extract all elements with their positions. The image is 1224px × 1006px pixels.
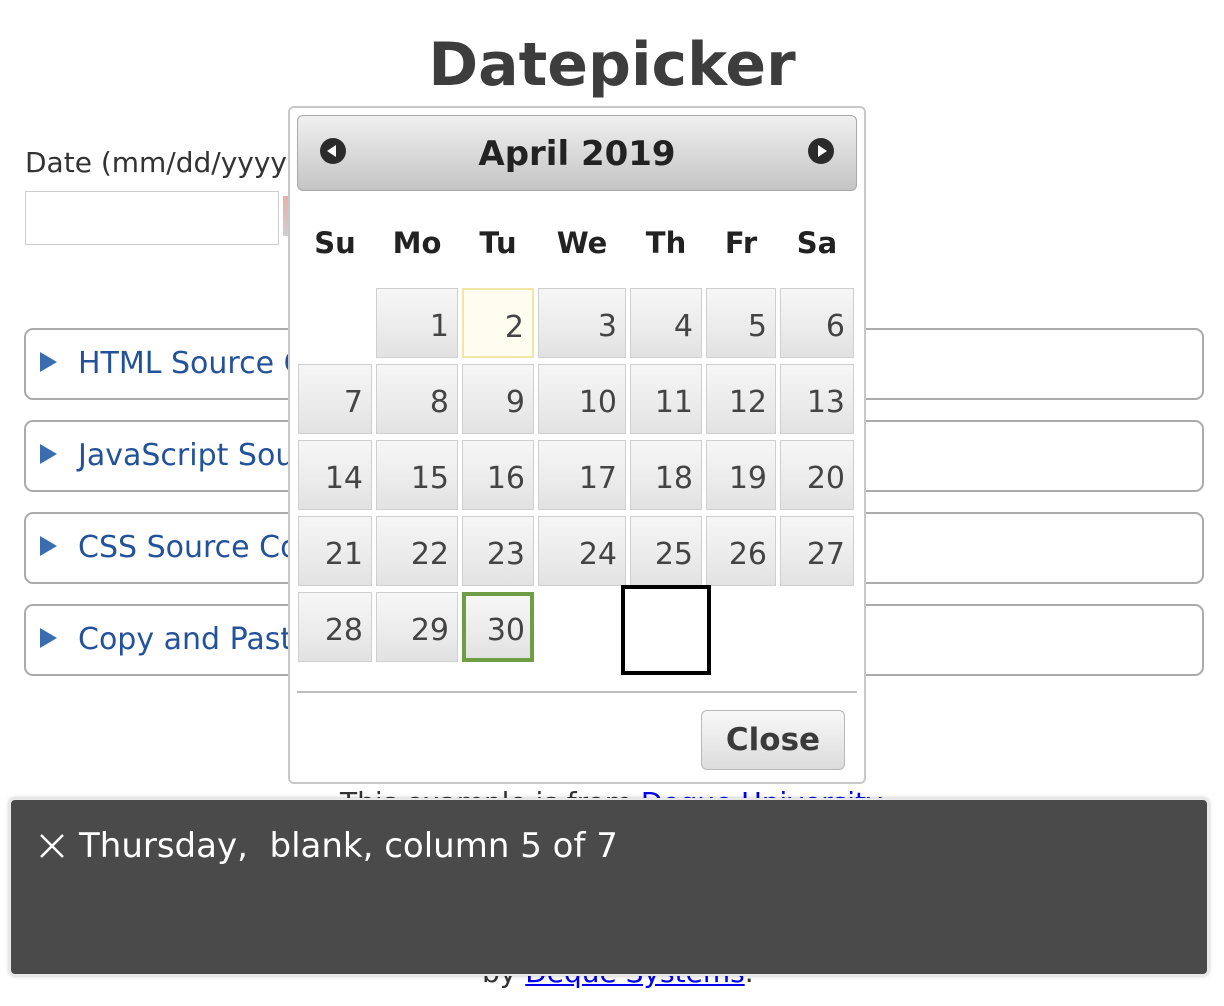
circle-arrow-right-icon	[818, 145, 827, 157]
datepicker-divider	[297, 691, 857, 693]
weekday-header: Tu	[479, 226, 517, 260]
calendar-day[interactable]: 15	[376, 440, 458, 510]
calendar-day[interactable]: 5	[706, 288, 776, 358]
screen-reader-caption-panel: Thursday, blank, column 5 of 7	[9, 798, 1209, 976]
calendar-day[interactable]: 12	[706, 364, 776, 434]
close-x-icon[interactable]	[38, 832, 66, 860]
next-month-button[interactable]	[808, 138, 834, 164]
close-button[interactable]: Close	[701, 710, 845, 770]
expand-arrow-icon	[40, 536, 57, 556]
page-title: Datepicker	[428, 30, 796, 100]
calendar-day[interactable]: 16	[462, 440, 534, 510]
calendar-day[interactable]: 28	[298, 592, 372, 662]
calendar-day[interactable]: 20	[780, 440, 854, 510]
calendar-day[interactable]: 22	[376, 516, 458, 586]
calendar-day[interactable]: 19	[706, 440, 776, 510]
datepicker-dialog: April 2019 Su Mo Tu We Th Fr Sa 1 2 3 4 5 6 7 8 9 10 11 1…	[288, 106, 866, 784]
calendar-day[interactable]: 9	[462, 364, 534, 434]
calendar-day[interactable]: 26	[706, 516, 776, 586]
expand-arrow-icon	[40, 444, 57, 464]
calendar-day[interactable]: 1	[376, 288, 458, 358]
datepicker-header: April 2019	[297, 115, 857, 191]
calendar-day[interactable]: 23	[462, 516, 534, 586]
weekday-header: Su	[314, 226, 356, 260]
month-year-title: April 2019	[478, 134, 676, 174]
expand-arrow-icon	[40, 628, 57, 648]
calendar-day[interactable]: 11	[630, 364, 702, 434]
calendar-day[interactable]: 18	[630, 440, 702, 510]
calendar-day[interactable]: 8	[376, 364, 458, 434]
weekday-header: Sa	[796, 226, 838, 260]
calendar-day[interactable]: 29	[376, 592, 458, 662]
calendar-day[interactable]: 14	[298, 440, 372, 510]
calendar-day[interactable]: 27	[780, 516, 854, 586]
calendar-day[interactable]: 21	[298, 516, 372, 586]
calendar-day[interactable]: 30	[462, 592, 534, 662]
calendar-day[interactable]: 3	[538, 288, 626, 358]
date-field-label: Date (mm/dd/yyyy)	[25, 146, 298, 179]
weekday-header: Fr	[724, 226, 758, 260]
calendar-day[interactable]: 7	[298, 364, 372, 434]
weekday-header: Th	[645, 226, 687, 260]
date-input[interactable]	[25, 191, 279, 245]
weekday-header: We	[556, 226, 608, 260]
calendar-day[interactable]: 13	[780, 364, 854, 434]
calendar-day[interactable]: 10	[538, 364, 626, 434]
calendar-day[interactable]: 2	[462, 288, 534, 358]
calendar-day[interactable]: 17	[538, 440, 626, 510]
calendar-day[interactable]: 25	[630, 516, 702, 586]
calendar-day[interactable]: 4	[630, 288, 702, 358]
expand-arrow-icon	[40, 352, 57, 372]
focused-empty-cell[interactable]	[621, 585, 711, 675]
calendar-day[interactable]: 6	[780, 288, 854, 358]
weekday-header: Mo	[392, 226, 442, 260]
calendar-day[interactable]: 24	[538, 516, 626, 586]
screen-reader-announcement: Thursday, blank, column 5 of 7	[79, 826, 618, 866]
